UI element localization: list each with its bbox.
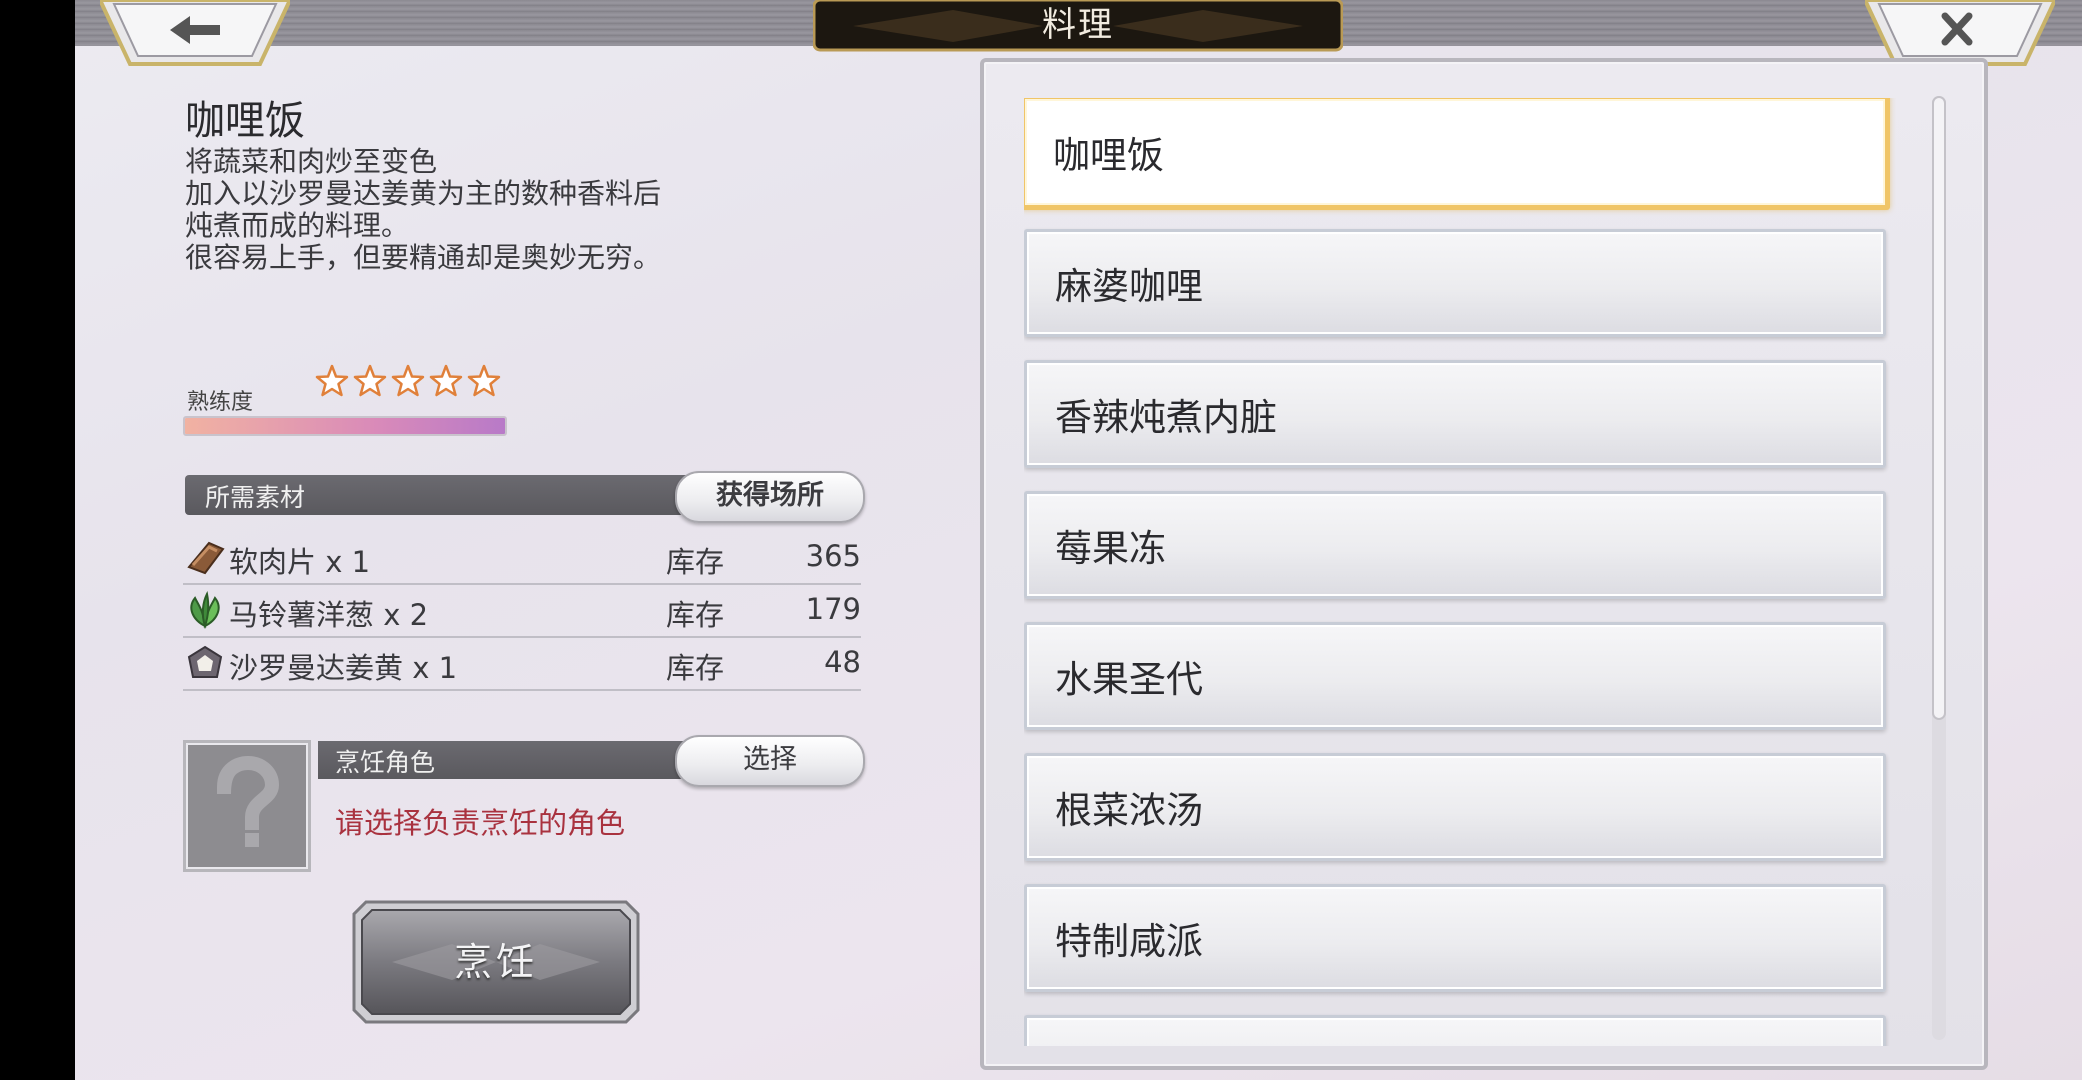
description-line: 加入以沙罗曼达姜黄为主的数种香料后 xyxy=(185,177,662,210)
cooking-screen: 料理 咖哩饭 将蔬菜和肉炒至变色 加入以沙罗曼达姜黄为主的数种香料后 炖煮而成的… xyxy=(75,0,2082,1080)
close-button[interactable] xyxy=(1865,0,2055,66)
cook-role-header: 烹饪角色 xyxy=(335,748,436,777)
scrollbar-thumb[interactable] xyxy=(1932,96,1946,720)
proficiency-bar xyxy=(183,416,507,436)
stock-value: 365 xyxy=(805,539,861,573)
recipe-list-item[interactable]: 水果圣代 xyxy=(1024,622,1886,730)
material-name: 马铃薯洋葱 x 2 xyxy=(229,598,429,632)
obtain-location-button[interactable]: 获得场所 xyxy=(675,471,865,523)
materials-header: 所需素材 xyxy=(205,483,306,512)
stock-label: 库存 xyxy=(666,545,725,579)
recipe-list-item[interactable]: 特制咸派 xyxy=(1024,884,1886,992)
cook-button-label: 烹饪 xyxy=(453,940,538,984)
back-button[interactable] xyxy=(100,0,290,66)
stock-label: 库存 xyxy=(666,598,725,632)
recipe-list-item-label: 莓果冻 xyxy=(1055,527,1166,570)
material-row: 沙罗曼达姜黄 x 1 库存 48 xyxy=(183,637,861,691)
star-icon xyxy=(467,364,501,398)
recipe-list-item-label: 香辣炖煮内脏 xyxy=(1055,396,1277,439)
recipe-list-item-label: 根菜浓汤 xyxy=(1055,789,1203,832)
proficiency-label: 熟练度 xyxy=(187,390,254,415)
recipe-list-item-label: 特制咸派 xyxy=(1055,920,1203,963)
stock-value: 48 xyxy=(824,645,861,679)
cook-role-hint: 请选择负责烹饪的角色 xyxy=(335,806,626,840)
close-button-frame xyxy=(1865,0,2055,66)
recipe-list-item-label: 水果圣代 xyxy=(1055,658,1203,701)
spice-icon xyxy=(187,645,223,678)
recipe-list-item[interactable] xyxy=(1024,1015,1886,1046)
question-mark-icon xyxy=(216,755,280,847)
recipe-list-item[interactable]: 麻婆咖哩 xyxy=(1024,229,1886,337)
recipe-list-item[interactable]: 香辣炖煮内脏 xyxy=(1024,360,1886,468)
star-icon xyxy=(353,364,387,398)
description-line: 很容易上手，但要精通却是奥妙无穷。 xyxy=(185,241,662,274)
recipe-description: 将蔬菜和肉炒至变色 加入以沙罗曼达姜黄为主的数种香料后 炖煮而成的料理。 很容易… xyxy=(185,146,661,274)
stock-value: 179 xyxy=(805,592,861,626)
recipe-list-item-label: 咖哩饭 xyxy=(1053,134,1164,177)
proficiency-bar-fill xyxy=(185,418,505,434)
material-row: 软肉片 x 1 库存 365 xyxy=(183,531,861,585)
recipe-list-item[interactable]: 咖哩饭 xyxy=(1024,98,1890,210)
cook-role-portrait[interactable] xyxy=(183,740,311,872)
description-line: 炖煮而成的料理。 xyxy=(185,209,410,242)
recipe-list-scrollbar[interactable] xyxy=(1932,96,1946,1040)
page-title: 料理 xyxy=(1042,5,1114,45)
meat-icon xyxy=(187,541,225,575)
proficiency-stars xyxy=(315,364,501,398)
star-icon xyxy=(315,364,349,398)
star-icon xyxy=(391,364,425,398)
back-button-frame xyxy=(100,0,290,66)
material-name: 沙罗曼达姜黄 x 1 xyxy=(229,651,458,685)
star-icon xyxy=(429,364,463,398)
material-name: 软肉片 x 1 xyxy=(229,545,371,579)
select-cook-button[interactable]: 选择 xyxy=(675,735,865,787)
recipe-list[interactable]: 咖哩饭麻婆咖哩香辣炖煮内脏 莓果冻水果圣代根菜浓汤特制咸派 xyxy=(1024,98,1896,1046)
recipe-name: 咖哩饭 xyxy=(185,98,305,144)
recipe-list-item[interactable]: 根菜浓汤 xyxy=(1024,753,1886,861)
herb-icon xyxy=(190,590,220,630)
recipe-list-panel: 咖哩饭麻婆咖哩香辣炖煮内脏 莓果冻水果圣代根菜浓汤特制咸派 xyxy=(980,58,1988,1070)
recipe-list-item-label: 麻婆咖哩 xyxy=(1055,265,1203,308)
material-row: 马铃薯洋葱 x 2 库存 179 xyxy=(183,584,861,638)
recipe-list-item[interactable]: 莓果冻 xyxy=(1024,491,1886,599)
stock-label: 库存 xyxy=(666,651,725,685)
description-line: 将蔬菜和肉炒至变色 xyxy=(185,145,438,178)
